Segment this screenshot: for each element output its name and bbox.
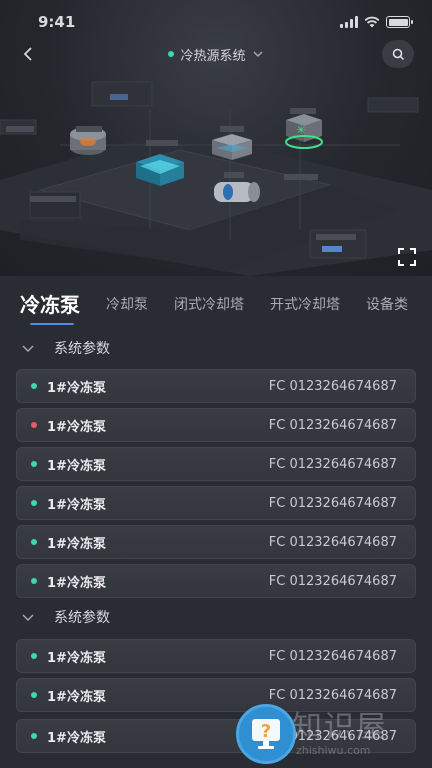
- status-dot: [31, 500, 37, 506]
- status-icons: [340, 16, 413, 28]
- wifi-icon: [364, 16, 380, 28]
- status-dot: [31, 461, 37, 467]
- section-title: 系统参数: [54, 341, 110, 357]
- equipment-name: 1#冷冻泵: [47, 536, 106, 552]
- status-dot: [31, 692, 37, 698]
- equipment-code: FC 0123264674687: [268, 648, 397, 664]
- cellular-signal-icon: [340, 16, 358, 28]
- system-title: 冷热源系统: [180, 48, 246, 64]
- equipment-name: 1#冷冻泵: [47, 575, 106, 591]
- list-item[interactable]: 1#冷冻泵 FC 0123264674687: [16, 447, 416, 481]
- status-dot: [31, 578, 37, 584]
- watermark-url: zhishiwu.com: [296, 744, 371, 757]
- status-dot: [31, 733, 37, 739]
- equipment-code: FC 0123264674687: [268, 456, 397, 472]
- tab-open-cooling-tower[interactable]: 开式冷却塔: [270, 294, 340, 328]
- status-dot: [31, 653, 37, 659]
- equipment-name: 1#冷冻泵: [47, 419, 106, 435]
- status-bar: 9:41: [0, 0, 432, 44]
- equipment-code: FC 0123264674687: [268, 573, 397, 589]
- section-header-system-params-2[interactable]: 系统参数: [0, 603, 432, 631]
- section-header-system-params-1[interactable]: 系统参数: [0, 334, 432, 362]
- equipment-code: FC 0123264674687: [268, 417, 397, 433]
- equipment-code: FC 0123264674687: [268, 534, 397, 550]
- help-button[interactable]: ?: [236, 704, 296, 764]
- back-button[interactable]: [14, 40, 42, 68]
- tab-chilled-water-pump[interactable]: 冷冻泵: [20, 289, 80, 328]
- watermark: 知识屋 zhishiwu.com: [292, 702, 432, 768]
- equipment-3d-scene: ✳: [0, 81, 432, 276]
- list-item[interactable]: 1#冷冻泵 FC 0123264674687: [16, 486, 416, 520]
- list-item[interactable]: 1#冷冻泵 FC 0123264674687: [16, 369, 416, 403]
- help-label: ?: [261, 721, 271, 742]
- status-dot: [31, 383, 37, 389]
- watermark-title: 知识屋: [292, 710, 388, 745]
- search-icon: [392, 48, 404, 60]
- section-title: 系统参数: [54, 610, 110, 626]
- chevron-down-icon: [22, 614, 34, 621]
- chevron-left-icon: [23, 47, 32, 61]
- search-button[interactable]: [382, 40, 414, 68]
- list-item[interactable]: 1#冷冻泵 FC 0123264674687: [16, 564, 416, 598]
- system-status-dot: [168, 51, 175, 57]
- chevron-down-icon: [22, 345, 34, 352]
- status-dot: [31, 422, 37, 428]
- status-dot: [31, 539, 37, 545]
- equipment-name: 1#冷冻泵: [47, 689, 106, 705]
- fullscreen-icon[interactable]: [398, 248, 416, 266]
- equipment-code: FC 0123264674687: [268, 687, 397, 703]
- equipment-name: 1#冷冻泵: [47, 380, 106, 396]
- equipment-tabs: 冷冻泵 冷却泵 闭式冷却塔 开式冷却塔 设备类: [0, 280, 432, 328]
- tab-equipment-type[interactable]: 设备类: [366, 294, 408, 328]
- equipment-name: 1#冷冻泵: [47, 458, 106, 474]
- equipment-name: 1#冷冻泵: [47, 650, 106, 666]
- svg-text:✳: ✳: [296, 123, 306, 137]
- status-time: 9:41: [38, 13, 76, 31]
- equipment-code: FC 0123264674687: [268, 378, 397, 394]
- question-monitor-icon: ?: [252, 719, 280, 749]
- equipment-name: 1#冷冻泵: [47, 497, 106, 513]
- list-item[interactable]: 1#冷冻泵 FC 0123264674687: [16, 639, 416, 673]
- list-item[interactable]: 1#冷冻泵 FC 0123264674687: [16, 525, 416, 559]
- tab-closed-cooling-tower[interactable]: 闭式冷却塔: [174, 294, 244, 328]
- tab-cooling-water-pump[interactable]: 冷却泵: [106, 294, 148, 328]
- equipment-code: FC 0123264674687: [268, 495, 397, 511]
- list-item[interactable]: 1#冷冻泵 FC 0123264674687: [16, 408, 416, 442]
- chevron-down-icon: [253, 51, 262, 57]
- battery-icon: [386, 16, 413, 28]
- system-selector[interactable]: 冷热源系统: [168, 45, 263, 64]
